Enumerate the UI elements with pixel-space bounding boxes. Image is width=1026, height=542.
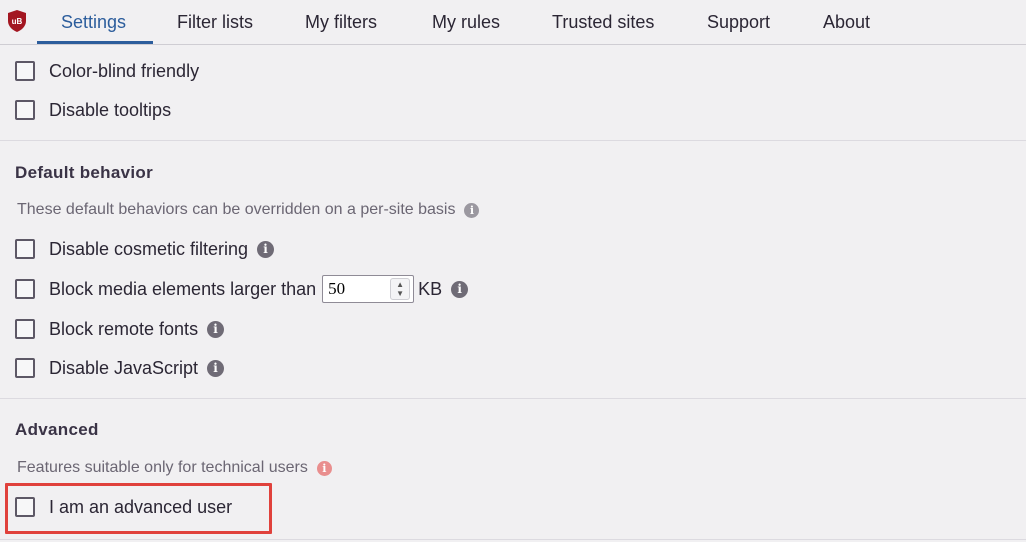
active-tab-indicator	[37, 41, 153, 44]
tab-filter-lists[interactable]: Filter lists	[177, 0, 253, 44]
section-divider	[0, 539, 1026, 540]
disable-javascript-checkbox[interactable]	[15, 358, 35, 378]
info-icon[interactable]: i	[207, 320, 225, 338]
option-label: Disable JavaScript	[49, 357, 199, 378]
default-behavior-description: These default behaviors can be overridde…	[17, 201, 480, 219]
tab-settings[interactable]: Settings	[61, 0, 126, 44]
option-label: Color-blind friendly	[49, 60, 200, 81]
option-color-blind[interactable]: Color-blind friendly	[15, 60, 199, 82]
description-text: These default behaviors can be overridde…	[17, 201, 456, 218]
block-media-checkbox[interactable]	[15, 279, 35, 299]
unit-label: KB	[418, 278, 443, 299]
tab-about[interactable]: About	[823, 0, 870, 44]
option-label: Block remote fonts	[49, 318, 199, 339]
tab-bar: uB Settings Filter lists My filters My r…	[0, 0, 1026, 45]
block-remote-fonts-checkbox[interactable]	[15, 319, 35, 339]
option-disable-javascript[interactable]: Disable JavaScript i	[15, 357, 225, 379]
info-icon[interactable]: i	[257, 240, 275, 258]
tab-support[interactable]: Support	[707, 0, 770, 44]
chevron-up-icon[interactable]: ▲	[396, 280, 404, 289]
section-divider	[0, 140, 1026, 141]
color-blind-checkbox[interactable]	[15, 61, 35, 81]
media-size-input[interactable]: 50 ▲ ▼	[322, 275, 415, 303]
tab-trusted-sites[interactable]: Trusted sites	[552, 0, 654, 44]
info-icon[interactable]: i	[451, 280, 469, 298]
tab-my-filters[interactable]: My filters	[305, 0, 377, 44]
info-icon[interactable]: i	[207, 359, 225, 377]
section-title-default-behavior: Default behavior	[15, 163, 153, 182]
warning-info-icon[interactable]: i	[316, 460, 332, 476]
option-label: Disable tooltips	[49, 99, 172, 120]
section-divider	[0, 398, 1026, 399]
option-disable-tooltips[interactable]: Disable tooltips	[15, 99, 171, 121]
highlight-box	[5, 483, 272, 534]
option-label: Disable cosmetic filtering	[49, 238, 249, 259]
disable-tooltips-checkbox[interactable]	[15, 100, 35, 120]
info-icon[interactable]: i	[464, 202, 480, 218]
description-text: Features suitable only for technical use…	[17, 459, 308, 476]
option-block-remote-fonts[interactable]: Block remote fonts i	[15, 318, 225, 340]
svg-text:uB: uB	[12, 17, 23, 26]
advanced-description: Features suitable only for technical use…	[17, 459, 332, 477]
option-block-media[interactable]: Block media elements larger than 50 ▲ ▼ …	[15, 275, 469, 303]
tab-my-rules[interactable]: My rules	[432, 0, 500, 44]
chevron-down-icon[interactable]: ▼	[396, 289, 404, 298]
media-size-value: 50	[328, 279, 346, 298]
number-stepper[interactable]: ▲ ▼	[390, 278, 411, 300]
disable-cosmetic-filtering-checkbox[interactable]	[15, 239, 35, 259]
option-label: Block media elements larger than	[49, 278, 317, 299]
option-disable-cosmetic-filtering[interactable]: Disable cosmetic filtering i	[15, 238, 275, 260]
section-title-advanced: Advanced	[15, 420, 99, 439]
ublock-logo-icon[interactable]: uB	[7, 10, 27, 32]
